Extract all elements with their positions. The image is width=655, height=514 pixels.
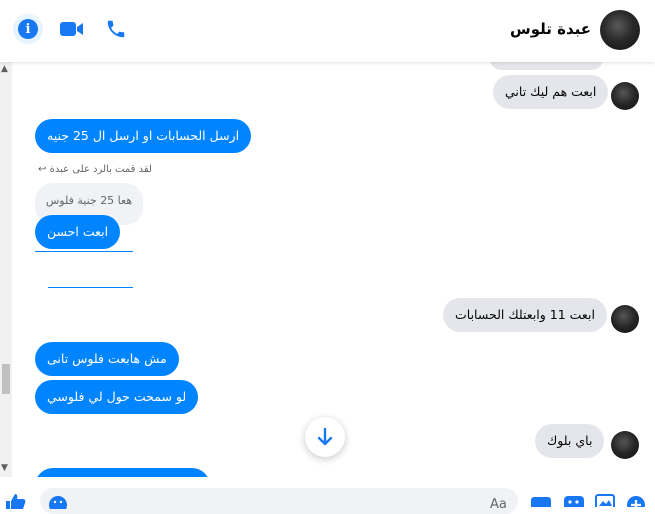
contact-name[interactable]: عبدة تلوس: [510, 20, 591, 38]
divider: [35, 251, 133, 252]
sticker-icon[interactable]: [564, 496, 584, 507]
gif-icon[interactable]: [531, 497, 551, 507]
message-incoming[interactable]: ابعت 11 وابعتلك الحسابات: [443, 298, 607, 332]
phone-icon: [107, 20, 125, 38]
reply-note: لقد قمت بالرد على عبدة ↩: [38, 164, 152, 175]
composer-placeholder: Aa: [490, 497, 507, 512]
contact-avatar-small[interactable]: [611, 431, 639, 459]
photo-icon[interactable]: [595, 494, 615, 507]
contact-avatar-small[interactable]: [611, 82, 639, 110]
message-incoming[interactable]: باي بلوك: [535, 424, 605, 458]
reply-arrow-icon: ↩: [38, 164, 47, 175]
conversation-header: i عبدة تلوس: [0, 0, 655, 62]
info-button[interactable]: i: [13, 14, 43, 44]
scrollbar[interactable]: ▲ ▼: [0, 62, 12, 477]
message-input[interactable]: [40, 488, 518, 514]
scrollbar-thumb[interactable]: [2, 364, 10, 394]
scroll-down-arrow-icon[interactable]: ▼: [1, 463, 8, 473]
info-icon: i: [18, 19, 38, 39]
plus-icon[interactable]: [626, 495, 646, 507]
audio-call-button[interactable]: [101, 14, 131, 44]
arrow-down-icon: [317, 427, 333, 446]
message-outgoing[interactable]: مش هابعت فلوس تانى: [35, 342, 179, 376]
message-outgoing[interactable]: ابعت احسن: [35, 215, 121, 249]
message-incoming[interactable]: ابعت هم ليك تاني: [493, 75, 609, 109]
scroll-to-bottom-button[interactable]: [305, 417, 345, 457]
message-outgoing[interactable]: ارسل الحسابات او ارسل ال 25 جنيه: [35, 119, 252, 153]
contact-avatar-small[interactable]: [611, 305, 639, 333]
divider: [48, 287, 133, 288]
contact-avatar[interactable]: [600, 10, 640, 50]
video-icon: [60, 22, 83, 36]
reply-note-text: لقد قمت بالرد على عبدة: [49, 164, 152, 175]
video-call-button[interactable]: [57, 14, 87, 44]
scroll-up-arrow-icon[interactable]: ▲: [1, 64, 8, 74]
message-outgoing[interactable]: لو سمحت حول لي فلوسي: [35, 380, 199, 414]
